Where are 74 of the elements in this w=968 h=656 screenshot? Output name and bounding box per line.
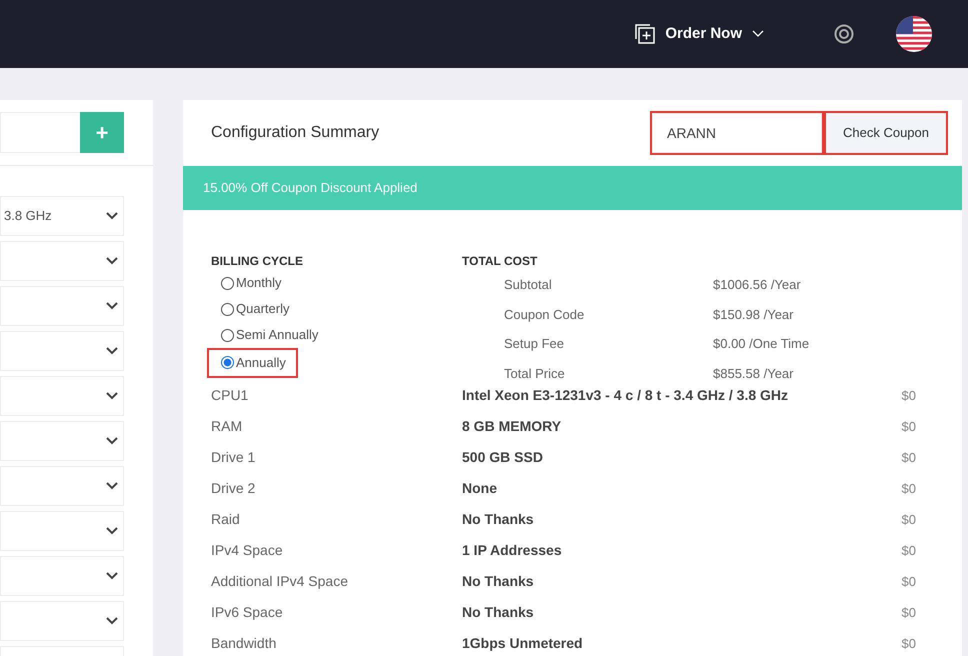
radio-button[interactable] [221, 302, 234, 316]
dropdown-select[interactable] [0, 556, 124, 596]
chevron-down-icon [106, 527, 118, 535]
section-heading: BILLING CYCLE [211, 253, 304, 270]
dropdown-select[interactable]: 3.8 GHz [0, 196, 124, 236]
item-price: $0 [902, 480, 916, 498]
lifebuoy-icon[interactable] [834, 24, 854, 44]
item-value: 1 IP Addresses [462, 541, 563, 560]
flag-icon[interactable] [896, 16, 932, 52]
dropdown-select[interactable] [0, 466, 124, 506]
dropdown-select[interactable] [0, 286, 124, 326]
cost-value: $150.98 /Year [713, 306, 794, 324]
item-price: $0 [902, 386, 916, 405]
cost-label: Coupon Code [504, 306, 586, 324]
item-price: $0 [902, 634, 916, 653]
cost-label: Total Price [504, 364, 566, 382]
radio-button[interactable] [221, 356, 234, 370]
add-window-icon [635, 24, 656, 44]
dropdown-select[interactable] [0, 241, 124, 281]
section-heading: TOTAL COST [462, 253, 538, 270]
dropdown-select[interactable] [0, 421, 124, 461]
cost-value: $0.00 /One Time [713, 335, 810, 353]
item-value: None [462, 479, 498, 498]
radio-option[interactable]: Monthly [221, 273, 282, 293]
item-name: Additional IPv4 Space [211, 572, 349, 591]
cost-label: Setup Fee [504, 335, 565, 353]
item-price: $0 [902, 572, 916, 591]
cost-value: $1006.56 /Year [713, 276, 801, 294]
dropdown-select[interactable] [0, 376, 124, 416]
item-value: 8 GB MEMORY [462, 417, 562, 436]
item-value: No Thanks [462, 603, 535, 622]
item-price: $0 [902, 448, 916, 467]
chevron-down-icon [106, 572, 118, 580]
item-value: Intel Xeon E3-1231v3 - 4 c / 8 t - 3.4 GHz / 3.8 GHz [462, 386, 790, 405]
coupon-field[interactable]: ARANN [652, 113, 822, 153]
chevron-down-icon [752, 30, 764, 38]
item-name: RAM [211, 417, 244, 436]
chevron-down-icon [106, 392, 118, 400]
dropdown-select[interactable] [0, 511, 124, 551]
item-name: Raid [211, 510, 241, 529]
item-price: $0 [902, 510, 916, 529]
dropdown-select[interactable] [0, 601, 124, 641]
radio-option[interactable]: Semi Annually [221, 325, 318, 345]
cost-value: $855.58 /Year [713, 364, 794, 382]
radio-option[interactable]: Quarterly [221, 299, 290, 319]
item-price: $0 [902, 418, 916, 436]
item-name: CPU1 [211, 386, 250, 405]
item-name: Drive 1 [211, 448, 256, 467]
panel-title: Configuration Summary [211, 123, 380, 143]
item-value: 500 GB SSD [462, 448, 544, 467]
chevron-down-icon [106, 212, 118, 220]
item-value: No Thanks [462, 572, 535, 591]
chevron-down-icon [106, 482, 118, 490]
item-name: IPv6 Space [211, 603, 284, 622]
item-name: IPv4 Space [211, 541, 284, 560]
item-price: $0 [902, 604, 916, 622]
radio-button[interactable] [221, 276, 234, 290]
item-price: $0 [902, 542, 916, 560]
chevron-down-icon [106, 617, 118, 625]
cost-label: Subtotal [504, 276, 553, 294]
chevron-down-icon [106, 347, 118, 355]
chevron-down-icon [106, 257, 118, 265]
item-name: Bandwidth [211, 634, 278, 653]
radio-option[interactable]: Annually [221, 353, 286, 372]
radio-button[interactable] [221, 328, 234, 342]
order-now-menu[interactable]: Order Now [635, 22, 764, 46]
chevron-down-icon [106, 302, 118, 310]
check-coupon-button[interactable]: Check Coupon [826, 113, 946, 153]
dropdown-select[interactable] [0, 331, 124, 371]
item-value: 1Gbps Unmetered [462, 634, 584, 653]
success-alert: 15.00% Off Coupon Discount Applied [183, 166, 962, 210]
item-name: Drive 2 [211, 479, 256, 498]
item-value: No Thanks [462, 510, 535, 529]
chevron-down-icon [106, 437, 118, 445]
